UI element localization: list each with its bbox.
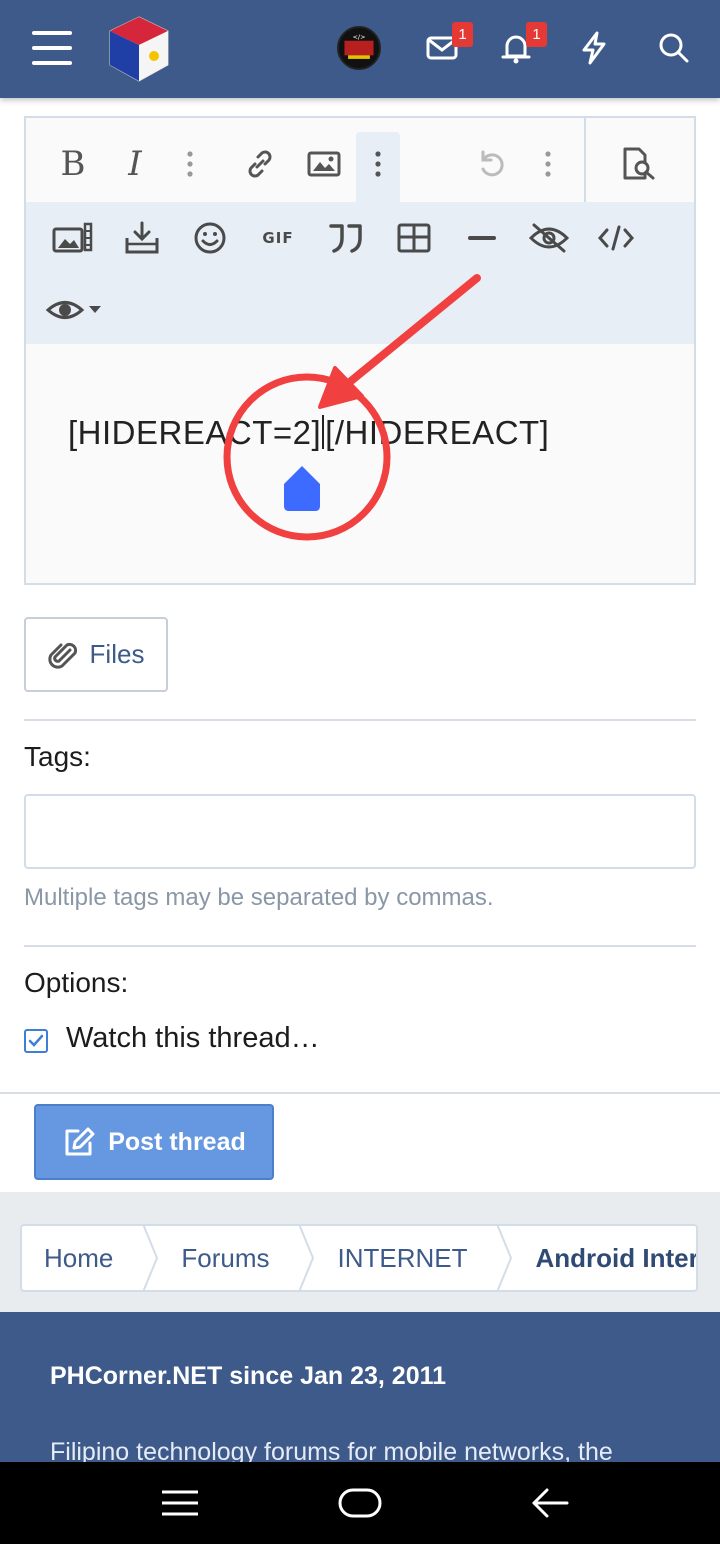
breadcrumb-home[interactable]: Home [22, 1226, 143, 1290]
image-icon[interactable] [302, 142, 346, 186]
recent-apps-icon[interactable] [160, 1488, 200, 1518]
breadcrumb-separator [143, 1226, 159, 1290]
site-footer: PHCorner.NET since Jan 23, 2011 Filipino… [0, 1312, 720, 1462]
svg-text:</>: </> [353, 34, 366, 41]
bold-icon[interactable]: B [52, 138, 94, 188]
messages-badge: 1 [452, 22, 473, 47]
footer-title: PHCorner.NET since Jan 23, 2011 [50, 1362, 447, 1390]
attach-files-label: Files [89, 639, 145, 669]
edit-icon [65, 1127, 95, 1156]
attach-files-button[interactable]: Files [24, 617, 168, 692]
tags-input[interactable] [24, 794, 696, 869]
breadcrumb-separator [497, 1226, 513, 1290]
divider [24, 945, 696, 947]
breadcrumb-internet[interactable]: INTERNET [315, 1226, 497, 1290]
svg-text:B: B [61, 145, 86, 181]
gallery-icon[interactable] [50, 218, 96, 258]
alerts-badge: 1 [526, 22, 547, 47]
quote-icon[interactable] [324, 218, 368, 258]
tags-hint: Multiple tags may be separated by commas… [24, 884, 494, 911]
gif-icon[interactable]: GIF [256, 218, 300, 258]
search-icon[interactable] [656, 30, 692, 66]
horizontal-rule-icon[interactable] [460, 218, 504, 258]
preview-icon[interactable] [618, 142, 662, 186]
back-icon[interactable] [530, 1486, 570, 1520]
hide-icon[interactable] [526, 218, 572, 258]
tags-label: Tags: [24, 741, 91, 772]
breadcrumb: Home Forums INTERNET Android Internet Tr… [20, 1224, 698, 1292]
editor-toolbar-secondary: GIF [26, 202, 694, 344]
editor-text-after-caret: [/HIDEREACT] [325, 414, 550, 451]
text-caret [322, 415, 325, 449]
breadcrumb-current[interactable]: Android Internet Tricks [513, 1226, 696, 1290]
smiley-icon[interactable] [188, 218, 232, 258]
toolbar-divider [584, 118, 586, 202]
bolt-icon[interactable] [576, 30, 612, 66]
code-icon[interactable] [594, 218, 638, 258]
link-icon[interactable] [238, 142, 282, 186]
user-avatar[interactable]: </> [337, 26, 381, 70]
checkmark-icon [28, 1034, 44, 1047]
hamburger-icon[interactable] [32, 31, 72, 65]
svg-text:I: I [127, 145, 142, 181]
options-label: Options: [24, 967, 129, 998]
breadcrumb-forums[interactable]: Forums [159, 1226, 299, 1290]
post-thread-label: Post thread [108, 1127, 246, 1156]
home-icon[interactable] [337, 1487, 383, 1519]
undo-icon[interactable] [470, 142, 514, 186]
insert-media-icon[interactable] [120, 218, 164, 258]
editor-content[interactable]: [HIDEREACT=2] [/HIDEREACT] [68, 414, 549, 452]
editor-text-before-caret: [HIDEREACT=2] [68, 414, 322, 451]
editor-toolbar-primary: B I [26, 118, 694, 202]
italic-icon[interactable]: I [114, 138, 156, 188]
divider [24, 719, 696, 721]
watch-thread-checkbox[interactable] [24, 1029, 48, 1053]
site-logo[interactable] [104, 14, 174, 84]
footer-description: Filipino technology forums for mobile ne… [50, 1438, 613, 1462]
top-nav-bar: </> 1 1 [0, 0, 720, 98]
more-vertical-icon[interactable] [178, 142, 202, 186]
rich-text-editor[interactable]: B I GIF [HIDEREACT=2] [/HIDEREACT] [24, 116, 696, 585]
table-icon[interactable] [392, 218, 436, 258]
breadcrumb-separator [299, 1226, 315, 1290]
watch-thread-label[interactable]: Watch this thread… [66, 1022, 320, 1055]
visibility-dropdown-icon[interactable] [44, 290, 106, 330]
system-navigation-bar [0, 1462, 720, 1544]
paperclip-icon [47, 642, 77, 669]
more-vertical-icon[interactable] [366, 142, 390, 186]
more-vertical-icon[interactable] [536, 142, 560, 186]
post-thread-button[interactable]: Post thread [34, 1104, 274, 1180]
